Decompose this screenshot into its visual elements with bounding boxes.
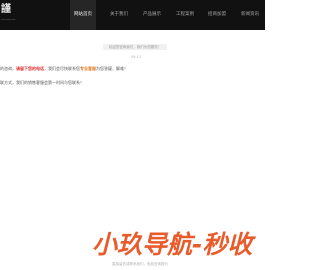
chat-message-2: 联方式，我们的销售客服会第一时间与您联系！ — [0, 80, 84, 85]
chat-message-1: 的咨询，请留下您的电话，我们会尽快联系您专业客服为您答疑、解难！ — [0, 66, 128, 72]
nav-item-products[interactable]: 产品展示 — [139, 0, 165, 30]
nav-item-home[interactable]: 网站首页 — [70, 0, 96, 30]
top-navigation-bar: 謹 一·一·一 网站首页 关于我们 产品展示 工程案例 招商加盟 新闻资讯 — [0, 0, 265, 30]
footer-contact-text[interactable]: 直接留言或联系我们，免费咨询报价 — [105, 262, 175, 267]
nav-item-cases[interactable]: 工程案例 — [172, 0, 198, 30]
chat-timestamp: 09:13 — [130, 55, 142, 59]
chat-message-1-prefix: 的咨询， — [0, 66, 16, 71]
nav-item-about[interactable]: 关于我们 — [106, 0, 132, 30]
chat-message-1-middle: ，我们会尽快联系您 — [44, 66, 80, 71]
logo-subtitle: 一·一·一 — [1, 17, 16, 22]
brand-watermark: 小玖导航-秒收 — [92, 230, 253, 259]
chat-message-1-agent: 专业客服 — [80, 66, 96, 71]
chat-message-1-suffix: 为您答疑、解难！ — [96, 66, 128, 71]
logo-glyph: 謹 — [1, 4, 12, 15]
nav-item-news[interactable]: 新闻资讯 — [237, 0, 263, 30]
nav-item-franchise[interactable]: 招商加盟 — [204, 0, 230, 30]
chat-message-1-phone-prompt: 请留下您的电话 — [16, 66, 44, 71]
site-logo[interactable]: 謹 一·一·一 — [0, 4, 24, 26]
chat-welcome-notice: 欢迎您咨询我们，我们为您服务！ — [103, 44, 167, 50]
